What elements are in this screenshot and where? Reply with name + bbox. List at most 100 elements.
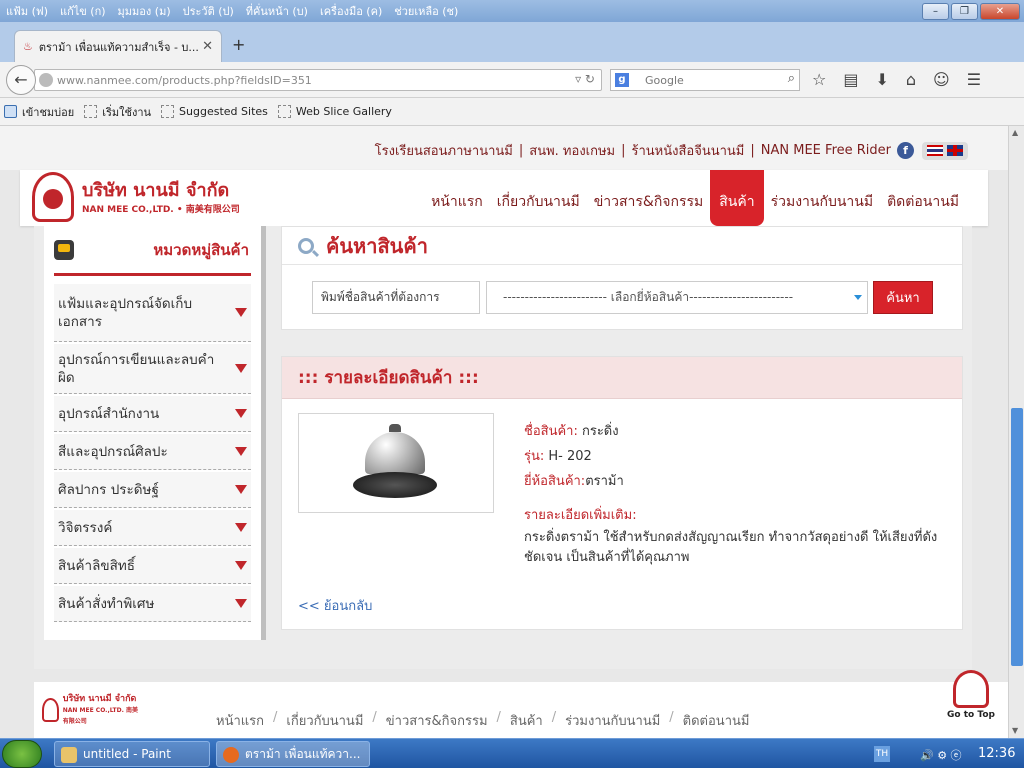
menu-tools[interactable]: เครื่องมือ (ค) [314,2,388,20]
star-bookmark-icon[interactable]: ☆ [812,70,826,89]
chevron-down-icon [235,485,247,494]
footer-nav-careers[interactable]: ร่วมงานกับนานมี [565,710,660,731]
close-tab-icon[interactable]: ✕ [202,39,213,54]
brand-select[interactable]: ------------------------ เลือกยี่ห้อสินค… [486,281,868,314]
search-bar[interactable]: g Google ⌕ [610,69,800,91]
product-brand: ตราม้า [585,474,624,489]
link-free-rider[interactable]: NAN MEE Free Rider [761,143,891,158]
product-detail-panel: ::: รายละเอียดสินค้า ::: ชื่อสินค้า: กระ… [281,356,963,630]
uk-flag-icon[interactable] [947,145,963,156]
footer-emblem-icon [42,698,59,722]
sidebar-item-files[interactable]: แฟ้มและอุปกรณ์จัดเก็บเอกสาร [54,284,251,342]
thai-flag-icon[interactable] [927,145,943,156]
company-logo[interactable]: บริษัท นานมี จำกัด NAN MEE CO.,LTD. • 南美… [32,170,242,224]
reading-list-icon[interactable]: ▤ [843,70,858,89]
bookmark-icon [161,105,175,118]
link-chinese-bookstore[interactable]: ร้านหนังสือจีนนานมี [632,140,745,161]
clock[interactable]: 12:36 [978,746,1015,761]
sidebar-item-craft[interactable]: ศิลปากร ประดิษฐ์ [54,472,251,508]
menu-view[interactable]: มุมมอง (ม) [112,2,177,20]
vertical-scrollbar[interactable]: ▲ ▼ [1008,126,1024,738]
language-indicator[interactable]: TH [874,746,890,762]
maximize-button[interactable]: ❐ [951,3,978,20]
nav-contact[interactable]: ติดต่อนานมี [880,170,966,226]
bell-icon [351,424,439,504]
search-icon[interactable]: ⌕ [788,71,795,86]
link-thongkasem[interactable]: สนพ. ทองเกษม [529,140,615,161]
sidebar-item-art[interactable]: สีและอุปกรณ์ศิลปะ [54,434,251,470]
bookmark-icon [84,105,98,118]
bookmark-web-slice-gallery[interactable]: Web Slice Gallery [277,105,392,118]
sidebar-item-writing[interactable]: อุปกรณ์การเขียนและลบคำผิด [54,344,251,394]
start-button[interactable] [2,740,42,768]
language-switcher [922,141,968,160]
nav-about[interactable]: เกี่ยวกับนานมี [490,170,587,226]
chevron-down-icon [235,599,247,608]
bookmark-most-visited[interactable]: เข้าชมบ่อย [4,103,74,121]
back-button[interactable]: ← [6,65,36,95]
facebook-icon[interactable]: f [897,142,914,159]
product-description: กระดิ่งตราม้า ใช้สำหรับกดส่งสัญญาณเรียก … [524,530,938,565]
menu-edit[interactable]: แก้ไข (ก) [54,2,112,20]
sidebar-item-wijitrong[interactable]: วิจิตรรงค์ [54,510,251,546]
footer-nav-about[interactable]: เกี่ยวกับนานมี [286,710,363,731]
nav-products[interactable]: สินค้า [710,170,764,226]
top-links: โรงเรียนสอนภาษานานมี | สนพ. ทองเกษม | ร้าน… [375,140,968,161]
google-icon[interactable]: g [615,73,629,87]
toolbar-icons: ☆ ▤ ⬇ ⌂ ☺ ☰ [812,70,981,89]
logo-english-name: NAN MEE CO.,LTD. • 南美有限公司 [82,204,240,215]
search-button[interactable]: ค้นหา [873,281,933,314]
model-label: รุ่น: [524,449,545,464]
minimize-button[interactable]: – [922,3,949,20]
nav-careers[interactable]: ร่วมงานกับนานมี [764,170,880,226]
url-bar[interactable]: www.nanmee.com/products.php?fieldsID=351… [34,69,602,91]
nav-home[interactable]: หน้าแรก [424,170,490,226]
bookmark-suggested-sites[interactable]: Suggested Sites [161,105,268,118]
menu-help[interactable]: ช่วยเหลือ (ช) [388,2,464,20]
scrollbar-thumb[interactable] [1011,408,1023,666]
scroll-down-icon[interactable]: ▼ [1012,726,1018,735]
bookmark-icon [277,105,291,118]
close-window-button[interactable]: ✕ [980,3,1020,20]
product-model: H- 202 [548,449,592,464]
footer-nav-news[interactable]: ข่าวสาร&กิจกรรม [386,710,488,731]
footer-nav-contact[interactable]: ติดต่อนานมี [683,710,750,731]
system-tray-icons[interactable]: 🔊 ⚙ ⓔ [920,747,962,763]
new-tab-icon[interactable]: + [232,35,245,54]
menu-bookmarks[interactable]: ที่คั่นหน้า (บ) [240,2,314,20]
taskbar-item-firefox[interactable]: ตราม้า เพื่อนแท้ควา... [216,741,370,767]
menu-file[interactable]: แฟ้ม (ฟ) [0,2,54,20]
home-icon[interactable]: ⌂ [906,70,916,89]
menu-history[interactable]: ประวัติ (ป) [177,2,240,20]
sidebar-item-custom[interactable]: สินค้าสั่งทำพิเศษ [54,586,251,622]
sidebar-item-office[interactable]: อุปกรณ์สำนักงาน [54,396,251,432]
footer-nav-products[interactable]: สินค้า [510,710,543,731]
link-language-school[interactable]: โรงเรียนสอนภาษานานมี [375,140,513,161]
taskbar-item-paint[interactable]: untitled - Paint [54,741,210,767]
nav-news[interactable]: ข่าวสาร&กิจกรรม [587,170,711,226]
tab-title: ตราม้า เพื่อนแท้ความสำเร็จ - บ... [38,40,199,54]
scroll-up-icon[interactable]: ▲ [1012,128,1018,137]
download-icon[interactable]: ⬇ [875,70,888,89]
back-link[interactable]: << ย้อนกลับ [298,595,372,616]
paint-icon [61,747,77,763]
tab-active[interactable]: ♨ ตราม้า เพื่อนแท้ความสำเร็จ - บ... ✕ [14,30,222,62]
footer-logo[interactable]: บริษัท นานมี จำกัด NAN MEE CO.,LTD. 南美有限公… [42,694,142,725]
brand-label: ยี่ห้อสินค้า: [524,474,586,489]
footer-nav-home[interactable]: หน้าแรก [216,710,264,731]
hamburger-menu-icon[interactable]: ☰ [967,70,981,89]
footer-logo-english: NAN MEE CO.,LTD. 南美有限公司 [62,706,139,725]
name-label: ชื่อสินค้า: [524,424,578,439]
sidebar-item-licensed[interactable]: สินค้าลิขสิทธิ์ [54,548,251,584]
page-content: หมวดหมู่สินค้า แฟ้มและอุปกรณ์จัดเก็บเอกส… [34,226,972,669]
emblem-icon [953,670,989,708]
product-name-input[interactable]: พิมพ์ชื่อสินค้าที่ต้องการ [312,281,480,314]
bookmark-getting-started[interactable]: เริ่มใช้งาน [84,103,151,121]
smiley-icon[interactable]: ☺ [933,70,950,89]
footer-logo-thai: บริษัท นานมี จำกัด [62,693,137,704]
chevron-down-icon [235,409,247,418]
globe-icon [39,73,53,87]
go-to-top-button[interactable]: Go to Top [946,670,996,726]
reload-icon[interactable]: ▿ ↻ [575,72,595,86]
site-header: บริษัท นานมี จำกัด NAN MEE CO.,LTD. • 南美… [20,170,988,226]
